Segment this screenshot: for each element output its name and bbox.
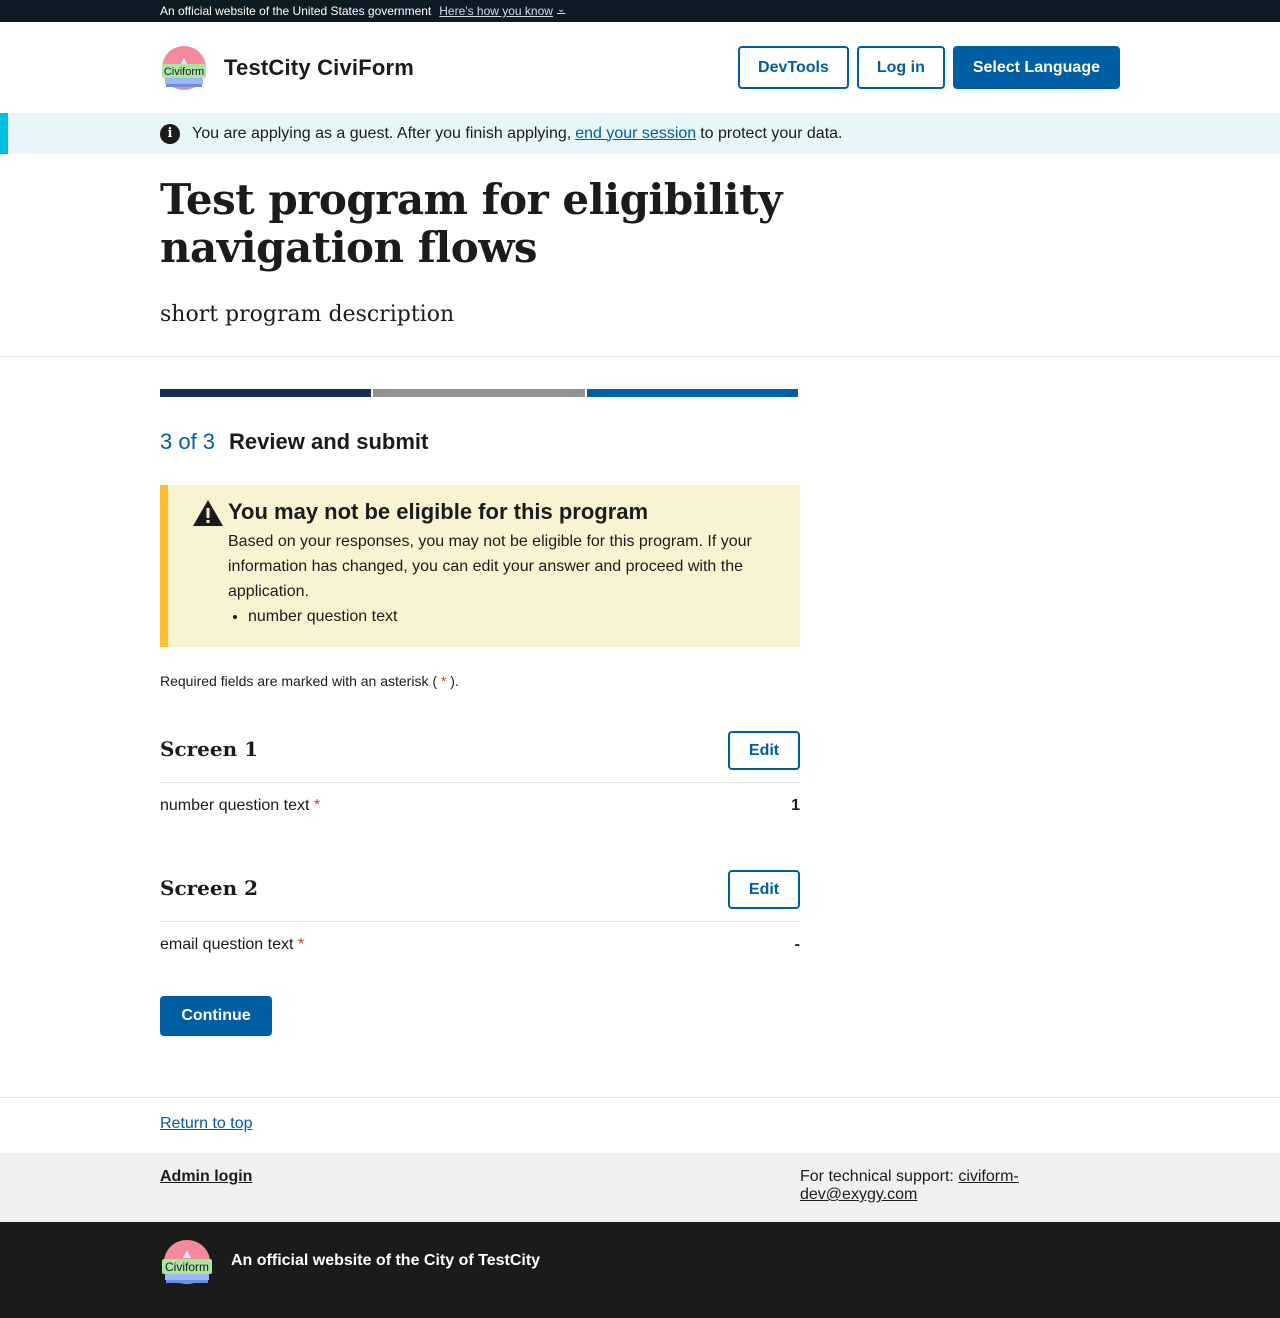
how-you-know-link[interactable]: Here's how you know ⌄ <box>439 0 565 22</box>
list-item: number question text <box>248 604 780 629</box>
header-actions: DevTools Log in Select Language <box>738 46 1120 89</box>
step-count: 3 of 3 <box>160 429 216 454</box>
chevron-down-icon: ⌄ <box>556 4 566 15</box>
question-label: number question text * <box>160 797 320 815</box>
edit-screen-2-button[interactable]: Edit <box>728 870 800 909</box>
eligibility-alert: You may not be eligible for this program… <box>160 485 800 647</box>
block-title: Screen 1 <box>160 737 259 761</box>
devtools-button[interactable]: DevTools <box>738 46 849 89</box>
technical-support: For technical support: civiform-dev@exyg… <box>800 1168 1040 1204</box>
answer-value: 1 <box>791 797 800 814</box>
eligibility-alert-body: Based on your responses, you may not be … <box>228 533 752 600</box>
block-header: Screen 2 Edit <box>160 870 800 922</box>
guest-alert-text-after: to protect your data. <box>700 124 843 142</box>
program-title: Test program for eligibility navigation … <box>160 175 782 272</box>
end-session-link[interactable]: end your session <box>575 125 696 143</box>
eligibility-alert-title: You may not be eligible for this program <box>228 499 649 524</box>
edit-screen-1-button[interactable]: Edit <box>728 731 800 770</box>
step-heading: 3 of 3 Review and submit <box>160 429 1120 455</box>
gov-banner-text: An official website of the United States… <box>160 4 432 18</box>
review-block-screen-1: Screen 1 Edit number question text * 1 <box>160 731 800 815</box>
guest-alert: i You are applying as a guest. After you… <box>0 113 1280 154</box>
required-asterisk: * <box>297 936 305 953</box>
civiform-logo-icon: Civiform <box>162 1240 212 1284</box>
program-header: Test program for eligibility navigation … <box>0 154 1280 357</box>
return-to-top-link[interactable]: Return to top <box>160 1115 253 1133</box>
required-asterisk: * <box>440 673 447 689</box>
main-content: 3 of 3 Review and submit You may not be … <box>160 389 1120 1036</box>
progress-segment-1 <box>160 389 372 397</box>
required-note-after: ). <box>450 673 459 689</box>
site-title[interactable]: TestCity CiviForm <box>224 55 414 81</box>
question-text: email question text <box>160 936 294 953</box>
review-block-screen-2: Screen 2 Edit email question text * - <box>160 870 800 954</box>
warning-icon <box>193 500 223 526</box>
footer-divider <box>0 1097 1280 1098</box>
answer-value: - <box>794 936 800 953</box>
required-asterisk: * <box>313 797 321 814</box>
progress-segment-3 <box>586 389 798 397</box>
required-fields-note: Required fields are marked with an aster… <box>160 673 1120 689</box>
guest-alert-text-before: You are applying as a guest. After you f… <box>192 124 572 142</box>
required-note-before: Required fields are marked with an aster… <box>160 673 438 689</box>
svg-text:Civiform: Civiform <box>164 66 204 78</box>
ineligible-questions-list: number question text <box>228 604 780 629</box>
progress-bar <box>160 389 798 397</box>
question-text: number question text <box>160 797 310 814</box>
footer-bottom: Civiform An official website of the City… <box>0 1222 1280 1318</box>
svg-text:Civiform: Civiform <box>165 1260 209 1274</box>
site-header: Civiform TestCity CiviForm DevTools Log … <box>0 22 1280 113</box>
info-icon: i <box>160 123 180 144</box>
program-description: short program description <box>160 302 455 327</box>
official-website-text: An official website of the City of TestC… <box>231 1252 541 1269</box>
block-header: Screen 1 Edit <box>160 731 800 783</box>
select-language-button[interactable]: Select Language <box>952 46 1120 89</box>
how-you-know-label: Here's how you know <box>439 4 553 18</box>
footer-links: Admin login For technical support: civif… <box>0 1153 1280 1222</box>
block-title: Screen 2 <box>160 876 259 900</box>
step-title: Review and submit <box>229 429 429 454</box>
question-label: email question text * <box>160 936 304 954</box>
question-row: email question text * - <box>160 922 800 954</box>
continue-button[interactable]: Continue <box>160 996 272 1036</box>
footer-logo: Civiform <box>160 1238 214 1288</box>
progress-segment-2 <box>373 389 585 397</box>
admin-login-link[interactable]: Admin login <box>160 1168 252 1186</box>
civiform-logo-icon: Civiform <box>162 45 206 90</box>
civiform-logo[interactable]: Civiform <box>160 44 208 92</box>
continue-wrap: Continue <box>160 996 1120 1036</box>
login-button[interactable]: Log in <box>856 46 945 89</box>
gov-banner: An official website of the United States… <box>0 0 1280 22</box>
question-row: number question text * 1 <box>160 783 800 815</box>
support-label: For technical support: <box>800 1168 954 1185</box>
